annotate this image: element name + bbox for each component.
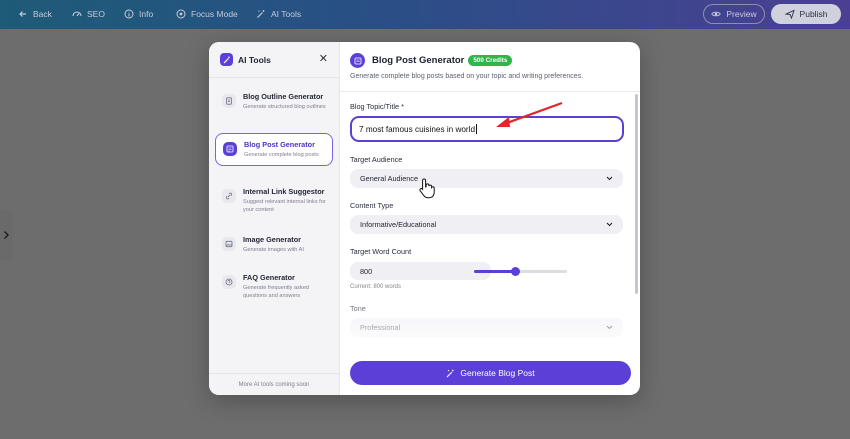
word-count-hint: Current: 800 words [350, 284, 402, 290]
article-icon [223, 142, 237, 156]
wand-icon [257, 10, 265, 18]
credits-badge: 500 Credits [468, 55, 513, 66]
tool-desc: Generate frequently asked questions and … [243, 285, 309, 299]
chevron-right-icon [4, 231, 9, 239]
generate-label: Generate Blog Post [460, 368, 535, 378]
image-icon [222, 237, 236, 251]
tool-desc: Generate images with AI [243, 247, 304, 253]
word-count-slider[interactable] [474, 267, 567, 276]
panel-title: Blog Post Generator [372, 55, 465, 66]
tone-value: Professional [360, 323, 401, 332]
sidebar-title: AI Tools [238, 54, 271, 65]
word-count-value: 800 [360, 266, 373, 276]
tool-name: Blog Post Generator [244, 140, 315, 149]
text-caret [476, 124, 478, 134]
generator-panel: Blog Post Generator 500 Credits Generate… [340, 42, 640, 395]
scroll-fade [340, 282, 640, 352]
tool-desc: Generate structured blog outlines [243, 104, 326, 110]
info-icon [124, 9, 134, 19]
ai-tools-label: AI Tools [271, 9, 302, 19]
slider-thumb[interactable] [511, 267, 521, 276]
tool-name: Internal Link Suggestor [243, 187, 325, 196]
seo-button[interactable]: SEO [72, 9, 105, 19]
focus-mode-button[interactable]: Focus Mode [176, 9, 238, 19]
close-icon[interactable]: ✕ [319, 54, 328, 65]
tools-sidebar: AI Tools ✕ Blog Outline Generator Genera… [209, 42, 340, 395]
top-bar: Back SEO Info Focus Mode AI Tools Previe… [0, 0, 850, 29]
article-icon [350, 53, 365, 68]
expand-sidebar-handle[interactable] [0, 210, 12, 260]
question-icon [222, 275, 236, 289]
back-label: Back [33, 9, 52, 19]
publish-label: Publish [799, 9, 828, 19]
panel-subtitle: Generate complete blog posts based on yo… [350, 73, 584, 80]
sidebar-item-internal-link-suggestor[interactable]: Internal Link Suggestor Suggest relevant… [215, 181, 333, 220]
preview-label: Preview [726, 9, 757, 19]
ai-tools-button[interactable]: AI Tools [256, 9, 301, 19]
topic-label: Blog Topic/Title * [350, 102, 404, 111]
tone-label: Tone [350, 304, 366, 313]
send-icon [784, 9, 795, 19]
tool-name: Blog Outline Generator [243, 92, 324, 101]
tool-name: FAQ Generator [243, 273, 295, 282]
panel-header: Blog Post Generator 500 Credits Generate… [340, 42, 640, 92]
eye-icon [711, 11, 722, 17]
content-type-select[interactable]: Informative/Educational [350, 215, 623, 234]
seo-label: SEO [87, 9, 105, 19]
word-count-input[interactable]: 800 [350, 262, 491, 280]
sidebar-item-image-generator[interactable]: Image Generator Generate images with AI [215, 229, 333, 260]
info-label: Info [139, 9, 154, 19]
sidebar-header: AI Tools ✕ [209, 42, 339, 78]
sidebar-item-blog-outline-generator[interactable]: Blog Outline Generator Generate structur… [215, 86, 333, 117]
word-count-label: Target Word Count [350, 247, 412, 256]
chevron-down-icon [606, 222, 613, 227]
link-icon [222, 189, 236, 203]
back-link[interactable]: Back [18, 9, 52, 19]
sidebar-item-blog-post-generator[interactable]: Blog Post Generator Generate complete bl… [215, 133, 333, 166]
chevron-down-icon [606, 176, 613, 181]
back-arrow-icon [19, 11, 26, 17]
content-type-value: Informative/Educational [360, 220, 437, 229]
audience-select[interactable]: General Audience [350, 169, 623, 188]
wand-icon [447, 369, 455, 377]
generate-blog-post-button[interactable]: Generate Blog Post [350, 361, 631, 385]
slider-fill [474, 270, 516, 273]
info-button[interactable]: Info [124, 9, 153, 19]
focus-icon [176, 9, 186, 19]
tool-desc: Generate complete blog posts [244, 152, 319, 158]
sidebar-footer: More AI tools coming soon [209, 373, 339, 395]
topic-input[interactable]: 7 most famous cuisines in world [350, 116, 624, 142]
wand-icon [220, 53, 233, 66]
document-icon [222, 94, 236, 108]
tool-desc: Suggest relevant internal links for your… [243, 199, 326, 213]
panel-scrollbar[interactable] [635, 94, 638, 294]
sidebar-item-faq-generator[interactable]: FAQ Generator Generate frequently asked … [215, 267, 333, 306]
audience-value: General Audience [360, 174, 419, 183]
publish-button[interactable]: Publish [771, 4, 841, 24]
chevron-down-icon [606, 325, 613, 330]
topic-value: 7 most famous cuisines in world [359, 124, 476, 134]
content-type-label: Content Type [350, 201, 394, 210]
preview-button[interactable]: Preview [703, 4, 765, 24]
focus-mode-label: Focus Mode [191, 9, 238, 19]
tone-select[interactable]: Professional [350, 318, 623, 337]
tool-name: Image Generator [243, 235, 301, 244]
seo-icon [72, 11, 82, 17]
ai-tools-modal: AI Tools ✕ Blog Outline Generator Genera… [209, 42, 640, 395]
audience-label: Target Audience [350, 155, 403, 164]
